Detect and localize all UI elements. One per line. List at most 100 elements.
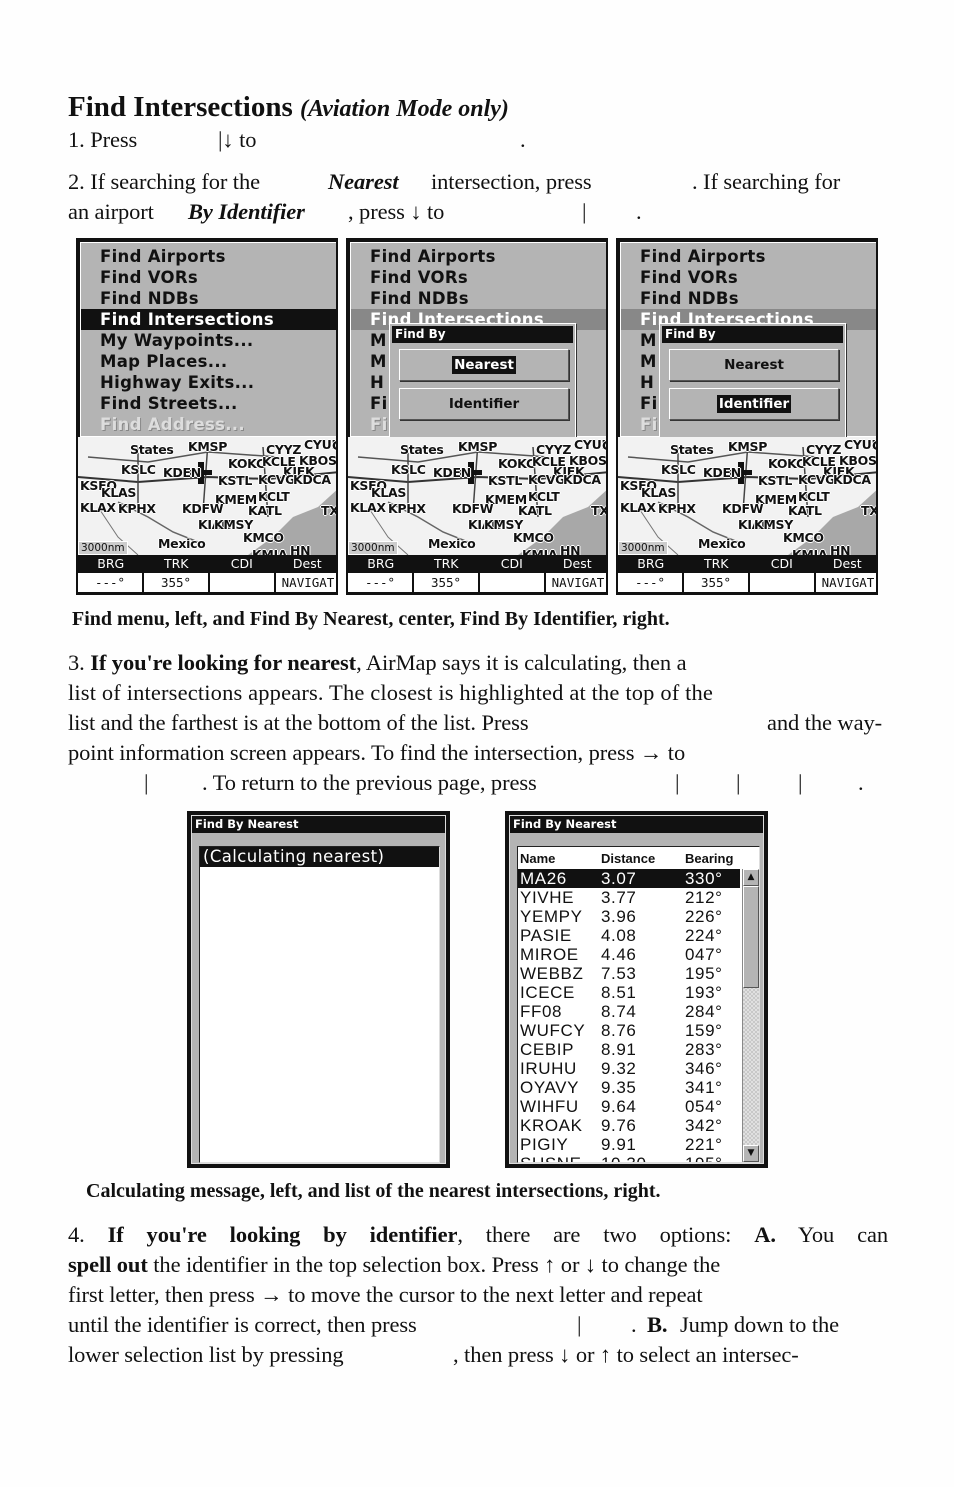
map-label: KMIA <box>252 547 288 555</box>
menu-item[interactable]: Highway Exits... <box>81 372 336 393</box>
row-bearing: 226° <box>685 907 723 926</box>
nearest-list[interactable]: Name Distance Bearing MA26 3.07 330° YIVHE 3… <box>517 846 760 1163</box>
list-row[interactable]: YIVHE 3.77 212° <box>518 888 740 907</box>
list-row[interactable]: CEBIP 8.91 283° <box>518 1040 740 1059</box>
menu-item[interactable]: Find Intersections <box>81 309 336 330</box>
list-row[interactable]: SUSNE 10.30 195° <box>518 1154 740 1162</box>
calculating-list[interactable]: (Calculating nearest) <box>199 846 440 1163</box>
status-header: CDI <box>230 556 253 571</box>
map-label: KOKC <box>768 456 805 471</box>
scroll-thumb[interactable] <box>743 886 759 988</box>
row-bearing: 212° <box>685 888 723 907</box>
status-value: 355° <box>144 573 208 592</box>
step-2-line-2: an airport By Identifier , press ↓ to | … <box>68 197 888 227</box>
list-row[interactable]: MIROE 4.46 047° <box>518 945 740 964</box>
row-distance: 9.32 <box>601 1059 637 1078</box>
scroll-up-icon[interactable]: ▲ <box>743 869 759 886</box>
find-screen-menu: Find Airports Find VORs Find NDBs Find Inte… <box>76 238 338 595</box>
menu-item[interactable]: Find VORs <box>81 267 336 288</box>
menu-item[interactable]: Map Places... <box>81 351 336 372</box>
step-2-line-1: 2. If searching for the Nearest intersec… <box>68 167 888 197</box>
text: 3. <box>68 650 85 675</box>
step-4: 4. If you're looking by identifier, ther… <box>68 1220 888 1370</box>
status-header: BRG <box>97 556 125 571</box>
map-label: KPHX <box>658 501 696 516</box>
menu-item[interactable]: Find NDBs <box>621 288 876 309</box>
menu-item[interactable]: Find VORs <box>351 267 606 288</box>
column-name: Name <box>520 851 556 866</box>
step-3-line-1: 3. If you're looking for nearest, AirMap… <box>68 648 888 678</box>
list-row[interactable]: OYAVY 9.35 341° <box>518 1078 740 1097</box>
row-distance: 8.76 <box>601 1021 637 1040</box>
row-name: ICECE <box>520 983 575 1002</box>
list-row[interactable]: WEBBZ 7.53 195° <box>518 964 740 983</box>
list-row[interactable]: FF08 8.74 284° <box>518 1002 740 1021</box>
menu-item[interactable]: Find Airports <box>621 246 876 267</box>
nearest-button[interactable]: Nearest <box>669 349 839 381</box>
map-view[interactable]: StatesKMSPCYYZCYULCKOKCKCLEKBOSKSLCKDENK… <box>348 437 606 555</box>
text: intersection, press <box>431 169 592 194</box>
status-header: Dest <box>562 556 592 571</box>
find-by-dialog: Find By Nearest Identifier <box>389 323 576 438</box>
row-name: MIROE <box>520 945 579 964</box>
identifier-button[interactable]: Identifier <box>399 388 569 420</box>
row-bearing: 195° <box>685 964 723 983</box>
menu-item[interactable]: My Waypoints... <box>81 330 336 351</box>
row-distance: 8.74 <box>601 1002 637 1021</box>
text: | <box>736 770 741 795</box>
text: . <box>636 199 642 224</box>
menu-item[interactable]: Find Address... <box>81 414 336 435</box>
keyword-by-identifier: If you're looking by identifier <box>107 1222 458 1247</box>
list-row[interactable]: WIHFU 9.64 054° <box>518 1097 740 1116</box>
map-label: KMIA <box>522 547 558 555</box>
map-view[interactable]: StatesKMSPCYYZCYULCKOKCKCLEKBOSKSLCKDENK… <box>78 437 336 555</box>
status-header: BRG <box>637 556 665 571</box>
nearest-list-panel: Find By Nearest Name Distance Bearing MA… <box>509 815 764 1164</box>
menu-item[interactable]: Find Airports <box>351 246 606 267</box>
list-row[interactable]: IRUHU 9.32 346° <box>518 1059 740 1078</box>
calculating-screen-title: Find By Nearest <box>192 816 445 833</box>
calculating-panel: Find By Nearest (Calculating nearest) <box>191 815 446 1164</box>
menu-item[interactable]: Find Streets... <box>81 393 336 414</box>
keyword-nearest: Nearest <box>328 169 399 194</box>
row-bearing: 193° <box>685 983 723 1002</box>
list-row[interactable]: PIGIY 9.91 221° <box>518 1135 740 1154</box>
row-bearing: 284° <box>685 1002 723 1021</box>
list-row[interactable]: KROAK 9.76 342° <box>518 1116 740 1135</box>
identifier-button[interactable]: Identifier <box>669 388 839 420</box>
row-bearing: 047° <box>685 945 723 964</box>
map-label: States <box>130 442 174 457</box>
dialog-title: Find By <box>662 326 843 343</box>
map-label: KCLT <box>258 489 290 504</box>
menu-item[interactable]: Find Airports <box>81 246 336 267</box>
map-label: KDEN <box>703 465 741 480</box>
map-view[interactable]: StatesKMSPCYYZCYULCKOKCKCLEKBOSKSLCKDENK… <box>618 437 876 555</box>
map-label: KDCA <box>563 472 601 487</box>
text: . To return to the previous page, press <box>202 770 537 795</box>
list-row[interactable]: PASIE 4.08 224° <box>518 926 740 945</box>
status-value: ---° <box>348 573 412 592</box>
scroll-down-icon[interactable]: ▼ <box>743 1145 759 1162</box>
list-row[interactable]: ICECE 8.51 193° <box>518 983 740 1002</box>
list-row[interactable]: MA26 3.07 330° <box>518 869 740 888</box>
menu-item[interactable]: Find VORs <box>621 267 876 288</box>
row-name: IRUHU <box>520 1059 577 1078</box>
row-distance: 9.35 <box>601 1078 637 1097</box>
identifier-label: Identifier <box>716 395 792 413</box>
text: 4. <box>68 1222 85 1247</box>
scrollbar[interactable]: ▲ ▼ <box>742 869 759 1162</box>
menu-item[interactable]: Find NDBs <box>351 288 606 309</box>
text: and the way- <box>767 710 883 735</box>
row-bearing: 283° <box>685 1040 723 1059</box>
find-by-dialog: Find By Nearest Identifier <box>659 323 846 438</box>
map-label: KMCO <box>243 530 284 545</box>
step-3-line-4: point information screen appears. To fin… <box>68 740 686 765</box>
map-label: KPHX <box>118 501 156 516</box>
list-row[interactable]: YEMPY 3.96 226° <box>518 907 740 926</box>
list-row[interactable]: WUFCY 8.76 159° <box>518 1021 740 1040</box>
nearest-list-screen: Find By Nearest Name Distance Bearing MA… <box>505 811 768 1168</box>
nearest-button[interactable]: Nearest <box>399 349 569 381</box>
step-4-line-1: 4. If you're looking by identifier, ther… <box>68 1220 888 1250</box>
menu-item[interactable]: Find NDBs <box>81 288 336 309</box>
text: . <box>858 770 864 795</box>
